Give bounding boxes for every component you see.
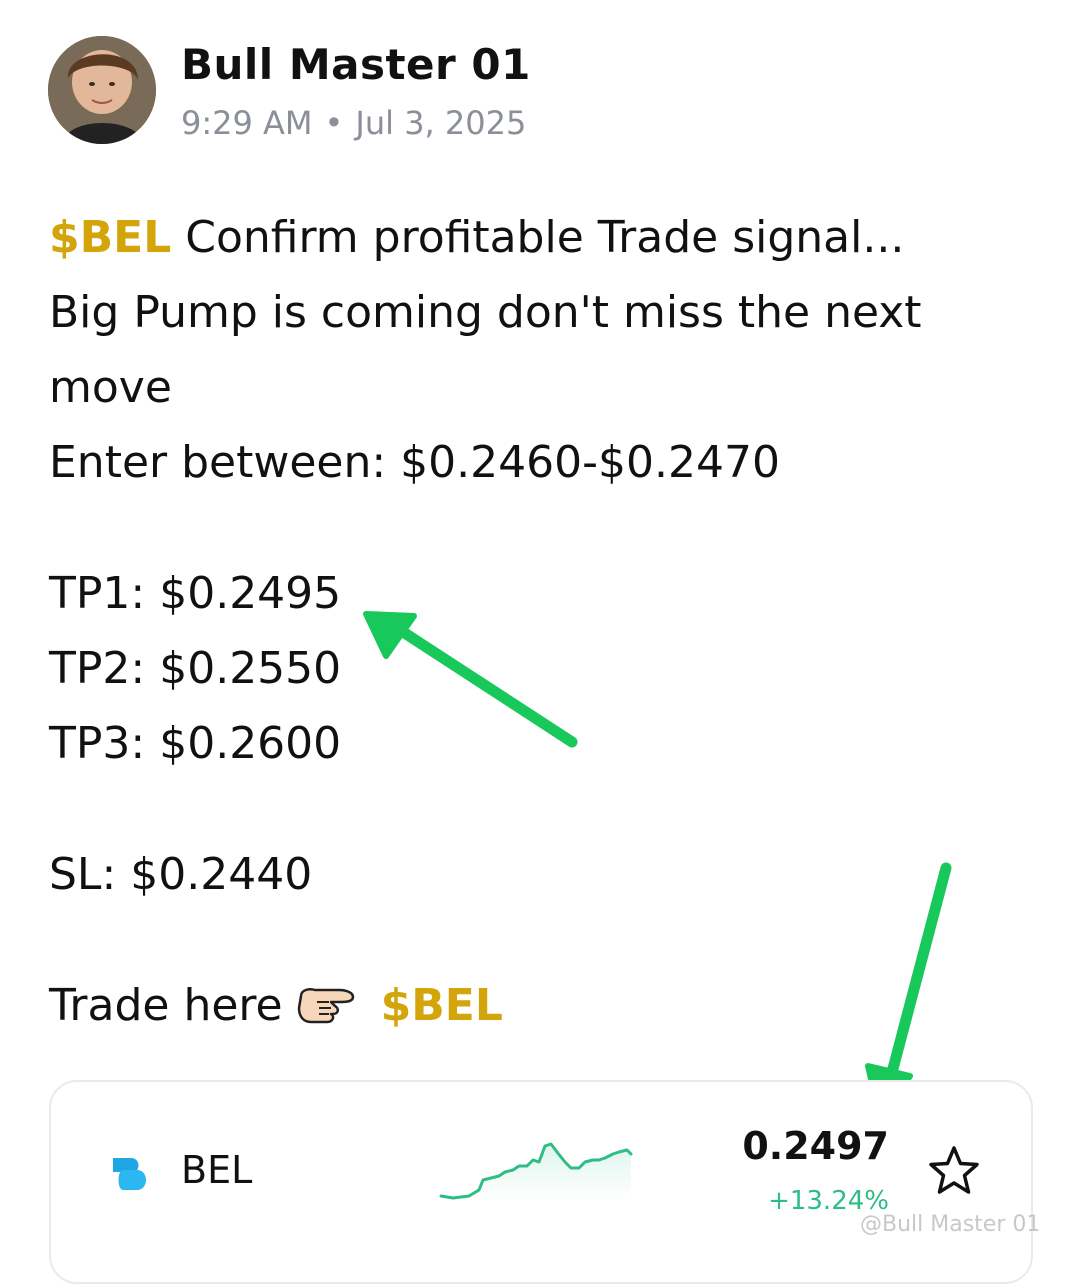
post-timestamp: 9:29 AM • Jul 3, 2025 xyxy=(181,104,526,142)
entry-range: Enter between: $0.2460-$0.2470 xyxy=(49,437,780,488)
bel-logo-icon xyxy=(113,1158,146,1190)
headline-text: Confirm profitable Trade signal... xyxy=(171,212,905,263)
ticker-card[interactable]: BEL 0.2497 +13.24% xyxy=(49,1080,1033,1284)
trade-here-line: Trade here $BEL xyxy=(49,968,1029,1043)
post-line-2: Big Pump is coming don't miss the next xyxy=(49,287,922,338)
post-date: Jul 3, 2025 xyxy=(355,104,527,142)
coin-symbol: BEL xyxy=(181,1148,253,1192)
post-body: $BEL Confirm profitable Trade signal... … xyxy=(49,200,1029,1043)
ticker-price: 0.2497 xyxy=(742,1124,889,1168)
separator-dot: • xyxy=(324,104,344,142)
post-headline: $BEL Confirm profitable Trade signal... xyxy=(49,200,1029,275)
post-time: 9:29 AM xyxy=(181,104,313,142)
take-profit-1: TP1: $0.2495 xyxy=(49,568,342,619)
watermark-text: @Bull Master 01 xyxy=(860,1212,1041,1237)
take-profit-3: TP3: $0.2600 xyxy=(49,718,342,769)
post-line-3: move xyxy=(49,362,172,413)
cashtag-link[interactable]: $BEL xyxy=(49,212,171,263)
author-name[interactable]: Bull Master 01 xyxy=(181,40,531,89)
take-profit-2: TP2: $0.2550 xyxy=(49,643,342,694)
trade-here-text: Trade here xyxy=(49,980,283,1031)
watermark: @Bull Master 01 xyxy=(860,1212,1040,1237)
star-icon[interactable] xyxy=(927,1144,981,1198)
trade-cashtag-link[interactable]: $BEL xyxy=(381,980,503,1031)
author-avatar[interactable] xyxy=(48,36,156,144)
avatar-image xyxy=(48,36,156,144)
price-sparkline xyxy=(439,1142,633,1202)
pointing-hand-icon xyxy=(297,988,354,1024)
stop-loss: SL: $0.2440 xyxy=(49,849,313,900)
